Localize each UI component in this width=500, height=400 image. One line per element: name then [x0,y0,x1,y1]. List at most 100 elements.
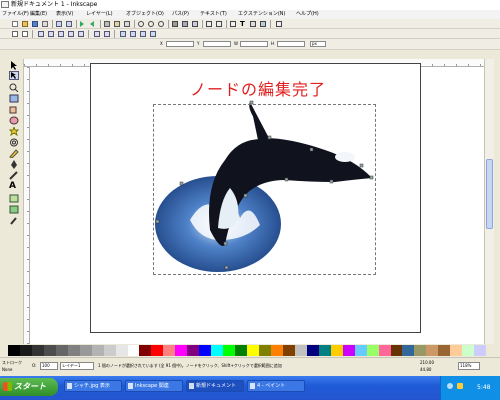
color-swatch[interactable] [270,345,283,356]
color-swatch[interactable] [43,345,56,356]
start-button[interactable]: スタート [0,378,58,396]
unit-select[interactable]: px [310,41,326,47]
zoom-tool-icon[interactable] [9,83,19,93]
lower-icon[interactable] [140,31,146,37]
3d-box-tool-icon[interactable] [9,105,19,114]
zoom-drawing-icon[interactable] [148,21,154,27]
menu-object[interactable]: オブジェクト(O) [126,11,164,18]
gradient-tool-icon[interactable] [9,205,19,214]
import-icon[interactable] [56,21,62,27]
taskbar-item[interactable]: Inkscape 関連 [125,380,183,392]
color-swatch[interactable] [402,345,415,356]
color-swatch[interactable] [79,345,92,356]
path-node[interactable] [329,179,334,184]
preferences-icon[interactable] [276,21,282,27]
color-swatch[interactable] [342,345,355,356]
zoom-selection-icon[interactable] [138,21,144,27]
rotate-ccw-icon[interactable] [68,31,74,37]
text-font-icon[interactable]: T [240,21,246,28]
color-swatch[interactable] [139,345,152,356]
menu-edit[interactable]: 編集(E) [30,11,47,18]
undo-icon[interactable] [80,21,84,27]
path-node[interactable] [249,100,254,105]
x-field[interactable] [166,41,194,47]
select-all-layers-icon[interactable] [48,31,54,37]
color-swatch[interactable] [199,345,212,356]
pencil-tool-icon[interactable] [9,149,19,159]
color-swatch[interactable] [91,345,104,356]
color-swatch[interactable] [462,345,475,356]
ungroup-icon[interactable] [216,21,222,27]
color-swatch[interactable] [474,345,487,356]
color-swatch[interactable] [259,345,271,356]
color-swatch[interactable] [31,345,44,356]
menu-text[interactable]: テキスト(T) [200,11,227,18]
color-swatch[interactable] [151,345,164,356]
path-node[interactable] [243,193,248,198]
color-swatch[interactable] [8,345,20,356]
volume-icon[interactable] [457,383,463,389]
color-swatch[interactable] [247,345,260,356]
color-swatch[interactable] [354,345,367,356]
color-swatch[interactable] [294,345,307,356]
open-folder-icon[interactable] [22,21,28,27]
scrollbar-thumb[interactable] [486,159,493,229]
color-swatch[interactable] [450,345,463,356]
color-swatch[interactable] [19,345,32,356]
paste-icon[interactable] [124,21,130,27]
menu-view[interactable]: 表示(V) [56,11,73,18]
menu-layer[interactable]: レイヤー(L) [86,11,113,18]
opacity-field[interactable]: 100 [40,362,58,370]
layer-select[interactable]: レイヤー1 [60,362,94,370]
color-swatch[interactable] [103,345,116,356]
zoom-page-icon[interactable] [158,21,164,27]
color-swatch[interactable] [163,345,176,356]
flip-horizontal-icon[interactable] [94,31,100,37]
path-node[interactable] [155,219,160,224]
star-tool-icon[interactable] [8,125,20,137]
color-swatch[interactable] [366,345,379,356]
path-node[interactable] [309,147,314,152]
color-swatch[interactable] [378,345,391,356]
new-document-icon[interactable] [12,21,18,27]
menu-help[interactable]: ヘルプ(H) [296,11,319,18]
copy-icon[interactable] [104,21,110,27]
path-node[interactable] [223,241,228,246]
align-distribute-icon[interactable] [260,21,266,27]
taskbar-item-active[interactable]: 新規ドキュメント [186,380,244,392]
path-node[interactable] [359,163,364,168]
color-swatch[interactable] [330,345,343,356]
menu-path[interactable]: パス(P) [172,11,189,18]
color-swatch[interactable] [306,345,319,356]
rotate-cw-icon[interactable] [78,31,84,37]
dropper-tool-icon[interactable] [9,216,19,225]
network-icon[interactable] [447,383,453,389]
flip-vertical-icon[interactable] [104,31,110,37]
color-swatch[interactable] [187,345,200,356]
color-swatch[interactable] [282,345,295,356]
lower-to-bottom-icon[interactable] [150,31,156,37]
width-field[interactable] [240,41,268,47]
calligraphy-tool-icon[interactable] [9,171,19,180]
invert-selection-icon[interactable] [58,31,64,37]
color-swatch[interactable] [235,345,248,356]
color-swatch[interactable] [438,345,451,356]
fill-stroke-icon[interactable] [230,21,236,27]
height-field[interactable] [277,41,305,47]
vertical-scrollbar[interactable] [484,59,494,344]
rectangle-tool-icon[interactable] [9,94,19,103]
color-swatch[interactable] [318,345,331,356]
taskbar-item[interactable]: 4 - ペイント [247,380,305,392]
raise-icon[interactable] [130,31,136,37]
y-field[interactable] [203,41,231,47]
path-node[interactable] [369,175,374,180]
color-swatch[interactable] [390,345,403,356]
spiral-tool-icon[interactable] [9,138,19,147]
clone-icon[interactable] [182,21,188,27]
color-swatch[interactable] [175,345,188,356]
raise-to-top-icon[interactable] [120,31,126,37]
color-swatch[interactable] [67,345,80,356]
save-icon[interactable] [32,21,38,27]
menu-file[interactable]: ファイル(F) [2,11,29,18]
path-node[interactable] [267,135,272,140]
